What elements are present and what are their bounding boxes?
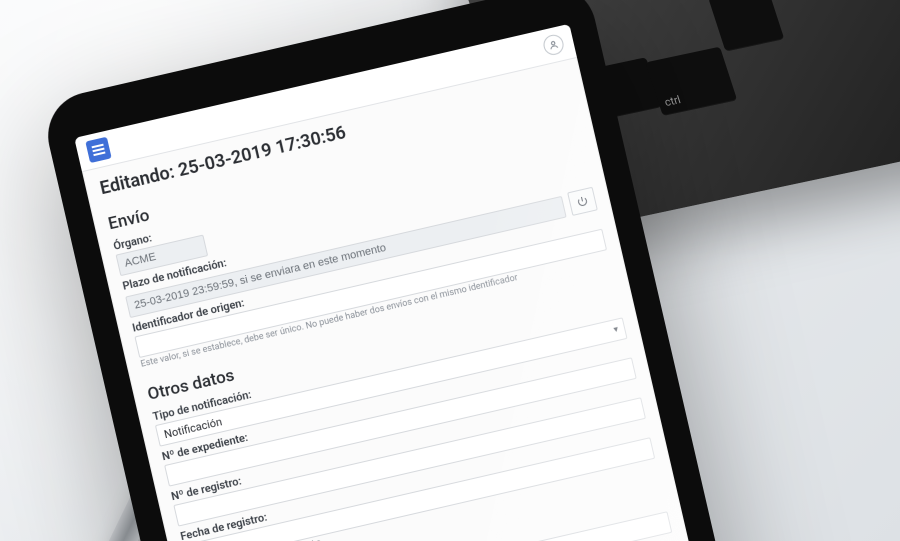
menu-button[interactable]	[85, 137, 111, 163]
person-icon	[548, 39, 560, 51]
power-icon	[575, 194, 589, 208]
scene: ctrl Editando: 25-03-2019 17:30:56 Envío	[0, 0, 900, 541]
plazo-refresh-button[interactable]	[567, 187, 598, 216]
laptop-key-ctrl: ctrl	[646, 47, 738, 116]
hamburger-icon	[92, 148, 104, 153]
user-icon[interactable]	[542, 33, 566, 57]
laptop-key-blank-2	[708, 0, 784, 52]
chevron-down-icon: ▾	[613, 325, 620, 336]
